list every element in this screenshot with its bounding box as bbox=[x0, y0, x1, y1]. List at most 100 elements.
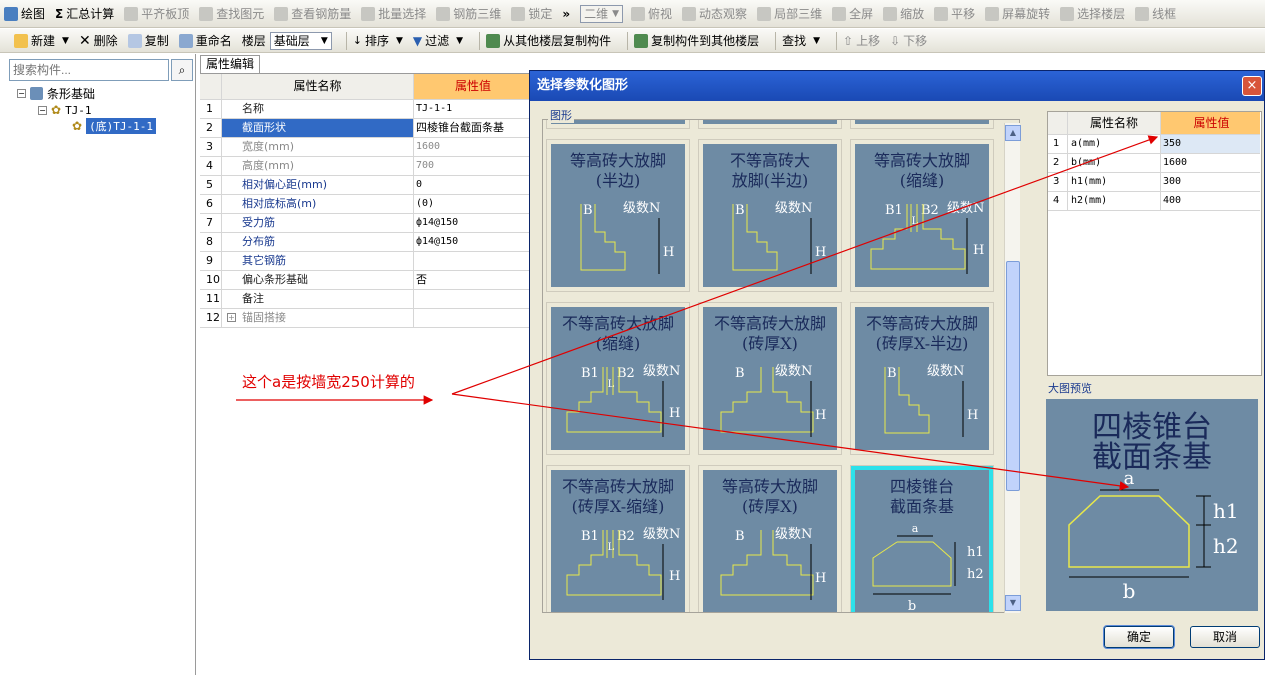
row-number-header bbox=[1048, 112, 1068, 134]
fullscreen-button[interactable]: 全屏 bbox=[832, 5, 873, 22]
tab-property-edit[interactable]: 属性编辑 bbox=[200, 55, 260, 73]
property-row[interactable]: 6 相对底标高(m) (0) bbox=[200, 195, 530, 214]
sort-icon: ↓ bbox=[352, 34, 362, 47]
property-row[interactable]: 5 相对偏心距(mm) 0 bbox=[200, 176, 530, 195]
foundation-icon bbox=[30, 86, 43, 100]
shape-thumbnail[interactable]: 不等高砖大放脚 (砖厚X-半边) B 级数N H bbox=[850, 302, 994, 455]
shape-thumbnail[interactable]: 等高砖大放脚 (砖厚X) B 级数N H bbox=[698, 465, 842, 612]
arrow-up-icon: ⇧ bbox=[843, 33, 854, 48]
find-button[interactable]: 查找 ▼ bbox=[782, 32, 820, 49]
property-row[interactable]: 1 名称 TJ-1-1 bbox=[200, 100, 530, 119]
summary-calc-button[interactable]: Σ 汇总计算 bbox=[55, 5, 114, 22]
row-number-header bbox=[200, 74, 222, 99]
shape-diagram: 等高砖大放脚(砖厚X) B 级数N H bbox=[720, 477, 826, 600]
local-3d-button[interactable]: 局部三维 bbox=[757, 5, 822, 22]
view-mode-select[interactable]: 二维 ▼ bbox=[580, 4, 624, 23]
collapse-icon[interactable]: − bbox=[17, 88, 26, 98]
align-slab-top-button[interactable]: 平齐板顶 bbox=[124, 5, 189, 22]
rebar-3d-button[interactable]: 钢筋三维 bbox=[436, 5, 501, 22]
shape-gallery: 等高砖大放脚 (半边) B 级数N H 不等高砖大 放脚(半边) B 级数N H 等高砖大放脚 (缩缝… bbox=[542, 119, 1020, 613]
property-row[interactable]: 11 备注 bbox=[200, 290, 530, 309]
shape-label-steps: 级数N bbox=[775, 527, 812, 542]
filter-button[interactable]: ▼ 过滤 ▼ bbox=[413, 32, 463, 49]
preview-label-h1: h1 bbox=[1213, 499, 1239, 523]
shape-thumbnail-partial[interactable] bbox=[850, 120, 994, 129]
scroll-up-icon[interactable]: ▲ bbox=[1005, 125, 1021, 141]
shape-diagram: 不等高砖大放脚(砖厚X-半边) B 级数N H bbox=[866, 314, 978, 437]
property-row[interactable]: 3 宽度(mm) 1600 bbox=[200, 138, 530, 157]
shape-thumbnail[interactable]: 不等高砖大放脚 (缩缝) B1 B2 级数N L H bbox=[546, 302, 690, 455]
select-floor-button[interactable]: 选择楼层 bbox=[1060, 5, 1125, 22]
shape-thumbnail[interactable]: 不等高砖大 放脚(半边) B 级数N H bbox=[698, 139, 842, 292]
shape-label-h: H bbox=[669, 406, 680, 421]
search-input[interactable] bbox=[9, 59, 169, 81]
shape-label-b: B bbox=[735, 366, 745, 381]
move-down-button[interactable]: ⇩ 下移 bbox=[890, 32, 927, 49]
cancel-button[interactable]: 取消 bbox=[1190, 626, 1260, 648]
property-row[interactable]: 9 其它钢筋 bbox=[200, 252, 530, 271]
copy-from-floor-button[interactable]: 从其他楼层复制构件 bbox=[486, 32, 611, 49]
floor-select[interactable]: 基础层 ▼ bbox=[269, 31, 332, 50]
property-row[interactable]: 4 高度(mm) 700 bbox=[200, 157, 530, 176]
property-row[interactable]: 8 分布筋 ф14@150 bbox=[200, 233, 530, 252]
shape-thumbnail[interactable]: 等高砖大放脚 (缩缝) B1 B2 级数N L H bbox=[850, 139, 994, 292]
delete-button[interactable]: ✕ 删除 bbox=[79, 32, 118, 49]
ok-button[interactable]: 确定 bbox=[1103, 625, 1175, 649]
gear-icon: ✿ bbox=[51, 103, 62, 117]
tree-node-tj1[interactable]: − ✿ TJ-1 bbox=[38, 102, 92, 118]
component-toolbar: 新建 ▼ ✕ 删除 复制 重命名 楼层 基础层 ▼ ↓ 排序 ▼ ▼ 过滤 ▼ 从其他楼层复制… bbox=[0, 29, 1265, 53]
parameter-row[interactable]: 1 a(mm) 350 bbox=[1048, 135, 1260, 154]
copy-button[interactable]: 复制 bbox=[127, 32, 169, 49]
property-row[interactable]: 7 受力筋 ф14@150 bbox=[200, 214, 530, 233]
scroll-down-icon[interactable]: ▼ bbox=[1005, 595, 1021, 611]
copy-from-floor-icon bbox=[486, 33, 501, 48]
find-element-button[interactable]: 查找图元 bbox=[199, 5, 264, 22]
shape-thumbnail[interactable]: 等高砖大放脚 (半边) B 级数N H bbox=[546, 139, 690, 292]
expand-icon[interactable]: + bbox=[227, 313, 236, 322]
shape-label-l: L bbox=[912, 216, 919, 227]
zoom-button[interactable]: 缩放 bbox=[883, 5, 924, 22]
screen-rotate-button[interactable]: 屏幕旋转 bbox=[985, 5, 1050, 22]
draw-button[interactable]: 绘图 bbox=[4, 5, 45, 22]
component-tree-panel: ⌕ − 条形基础 − ✿ TJ-1 ✿ (底)TJ-1-1 bbox=[0, 54, 196, 675]
separator bbox=[345, 31, 347, 50]
arrow-down-icon: ⇩ bbox=[890, 33, 901, 48]
shape-thumbnail-selected[interactable]: 四棱锥台 截面条基 a h1 h2 b bbox=[850, 465, 994, 612]
property-row-selected[interactable]: 2 截面形状 四棱锥台截面条基 bbox=[200, 119, 530, 138]
wireframe-button[interactable]: 线框 bbox=[1135, 5, 1176, 22]
view-rebar-button[interactable]: 查看钢筋量 bbox=[274, 5, 351, 22]
more-icon[interactable]: » bbox=[562, 7, 570, 21]
copy-to-floor-button[interactable]: 复制构件到其他楼层 bbox=[634, 32, 759, 49]
shape-title-line1: 不等高砖大放脚 bbox=[562, 314, 674, 333]
collapse-icon[interactable]: − bbox=[38, 105, 47, 115]
parameter-row[interactable]: 3 h1(mm) 300 bbox=[1048, 173, 1260, 192]
sort-button[interactable]: ↓ 排序 ▼ bbox=[353, 32, 403, 49]
parameter-row[interactable]: 2 b(mm) 1600 bbox=[1048, 154, 1260, 173]
move-up-button[interactable]: ⇧ 上移 bbox=[843, 32, 880, 49]
parameter-row[interactable]: 4 h2(mm) 400 bbox=[1048, 192, 1260, 211]
close-button[interactable]: × bbox=[1242, 76, 1262, 96]
tree-node-root[interactable]: − 条形基础 bbox=[17, 85, 95, 101]
top-view-button[interactable]: 俯视 bbox=[631, 5, 672, 22]
shape-thumbnail-partial[interactable] bbox=[698, 120, 842, 129]
tree-node-tj1-1[interactable]: ✿ (底)TJ-1-1 bbox=[72, 118, 157, 134]
shape-diagram: 不等高砖大放脚(缩缝) B1 B2 级数N L H bbox=[562, 314, 680, 437]
lock-button[interactable]: 锁定 bbox=[511, 5, 552, 22]
shape-thumbnail[interactable]: 不等高砖大放脚 (砖厚X-缩缝) B1 B2 级数N L H bbox=[546, 465, 690, 612]
shape-thumbnail[interactable]: 不等高砖大放脚 (砖厚X) B 级数N H bbox=[698, 302, 842, 455]
zoom-icon bbox=[883, 6, 898, 21]
local3d-icon bbox=[757, 6, 772, 21]
search-button[interactable]: ⌕ bbox=[171, 59, 193, 81]
new-button[interactable]: 新建 ▼ bbox=[14, 32, 69, 49]
orbit-button[interactable]: 动态观察 bbox=[682, 5, 747, 22]
shape-title-line2: (砖厚X-缩缝) bbox=[572, 497, 665, 516]
rename-button[interactable]: 重命名 bbox=[178, 32, 232, 49]
search-icon: ⌕ bbox=[178, 62, 186, 77]
trapezoid-shape bbox=[1068, 495, 1190, 568]
property-row[interactable]: 12 + 锚固搭接 bbox=[200, 309, 530, 328]
shape-gallery-scrollbar[interactable]: ▲ ▼ bbox=[1004, 123, 1021, 613]
batch-select-button[interactable]: 批量选择 bbox=[361, 5, 426, 22]
property-row[interactable]: 10 偏心条形基础否 bbox=[200, 271, 530, 290]
scroll-thumb[interactable] bbox=[1006, 261, 1020, 491]
pan-button[interactable]: 平移 bbox=[934, 5, 975, 22]
